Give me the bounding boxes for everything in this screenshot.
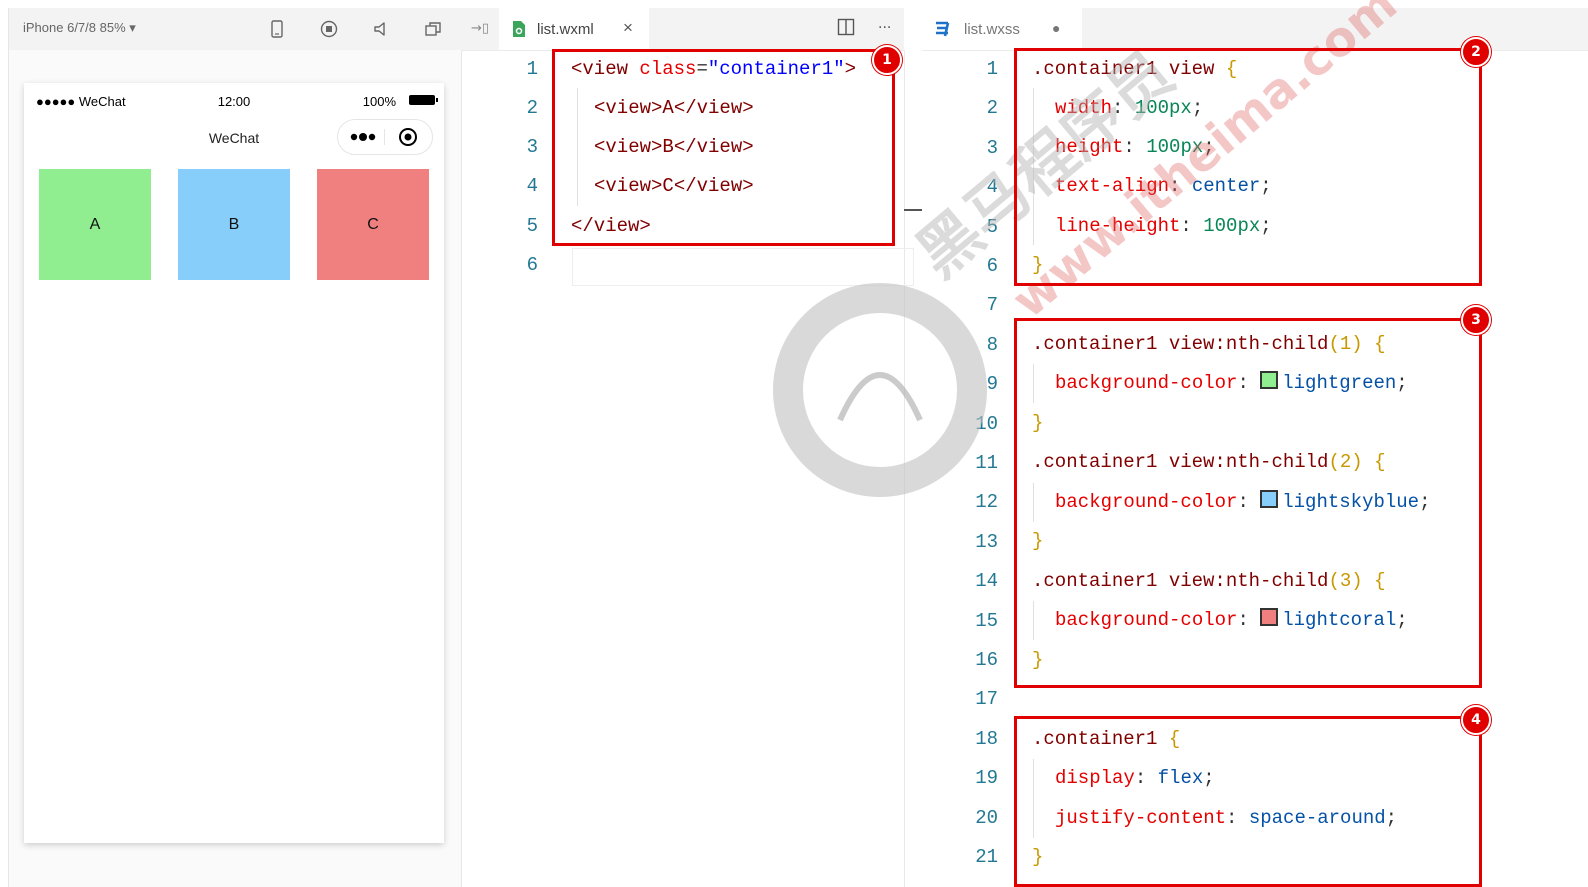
phone-screen: ●●●●● WeChat 12:00 100% WeChat A B C — [24, 83, 444, 843]
line-number: 3 — [526, 136, 538, 158]
more-actions-icon[interactable]: ··· — [878, 20, 891, 36]
volume-icon[interactable] — [371, 19, 391, 39]
line-number: 18 — [975, 727, 998, 750]
box-a: A — [39, 169, 151, 280]
wxml-tabbar: →▯ list.wxml × ··· — [461, 8, 904, 51]
annotation-badge-2: 2 — [1461, 37, 1491, 67]
box-c: C — [317, 169, 429, 280]
line-number: 7 — [986, 294, 998, 317]
line-number: 8 — [986, 333, 998, 356]
line-number: 21 — [975, 846, 998, 868]
wxss-file-icon — [934, 20, 950, 38]
tab-label: list.wxss — [964, 21, 1020, 38]
new-window-icon[interactable] — [423, 19, 443, 39]
phone-icon[interactable] — [267, 19, 287, 39]
status-bar: ●●●●● WeChat 12:00 100% — [24, 83, 444, 109]
capsule-divider — [384, 129, 385, 145]
unsaved-dot-icon[interactable]: ● — [1052, 20, 1060, 36]
status-battery-percent: 100% — [362, 94, 396, 109]
menu-capsule — [337, 119, 433, 155]
line-number: 16 — [975, 649, 998, 671]
wxml-scroll-gutter — [904, 50, 923, 887]
line-number: 1 — [986, 58, 998, 80]
line-number: 12 — [975, 491, 998, 514]
box-b: B — [178, 169, 290, 280]
annotation-badge-1: 1 — [872, 45, 902, 75]
simulator-panel: iPhone 6/7/8 85% ▾ ●●●●● WeChat 12:00 10… — [8, 8, 462, 887]
line-number: 4 — [526, 175, 538, 197]
line-number: 17 — [975, 688, 998, 711]
line-number: 5 — [986, 215, 998, 238]
tab-label: list.wxml — [537, 21, 594, 38]
line-number: 2 — [526, 97, 538, 119]
wxml-file-icon — [511, 20, 527, 38]
close-target-icon[interactable] — [398, 127, 418, 147]
annotation-box-3 — [1014, 318, 1482, 688]
battery-icon — [409, 95, 438, 105]
line-number: 19 — [975, 767, 998, 790]
annotation-box-2 — [1014, 48, 1482, 286]
split-editor-icon[interactable] — [837, 18, 855, 36]
close-tab-icon[interactable]: × — [623, 18, 633, 38]
annotation-box-1 — [552, 49, 895, 246]
line-number: 13 — [975, 530, 998, 553]
line-number: 20 — [975, 806, 998, 829]
line-number: 3 — [986, 136, 998, 159]
annotation-box-4 — [1014, 716, 1482, 887]
device-selector[interactable]: iPhone 6/7/8 85% ▾ — [23, 20, 136, 36]
more-dots-icon[interactable] — [348, 129, 378, 143]
line-number: 6 — [986, 255, 998, 277]
annotation-badge-4: 4 — [1461, 705, 1491, 735]
tab-list-wxss[interactable]: list.wxss ● — [922, 8, 1082, 50]
line-number: 2 — [986, 97, 998, 120]
line-number: 14 — [975, 570, 998, 593]
current-line-highlight — [572, 248, 914, 286]
simulator-toolbar: iPhone 6/7/8 85% ▾ — [9, 8, 461, 50]
line-number: 15 — [975, 609, 998, 632]
line-number: 4 — [986, 176, 998, 199]
line-number: 11 — [975, 452, 998, 474]
line-number: 1 — [526, 58, 538, 80]
wxml-scroll-marker — [904, 209, 922, 211]
line-number: 6 — [526, 254, 538, 276]
annotation-badge-3: 3 — [1461, 305, 1491, 335]
collapse-icon[interactable]: →▯ — [471, 21, 489, 36]
line-number: 9 — [986, 373, 998, 396]
record-icon[interactable] — [319, 19, 339, 39]
line-number: 10 — [975, 412, 998, 435]
tab-list-wxml[interactable]: list.wxml × — [499, 8, 649, 50]
line-number: 5 — [526, 215, 538, 237]
